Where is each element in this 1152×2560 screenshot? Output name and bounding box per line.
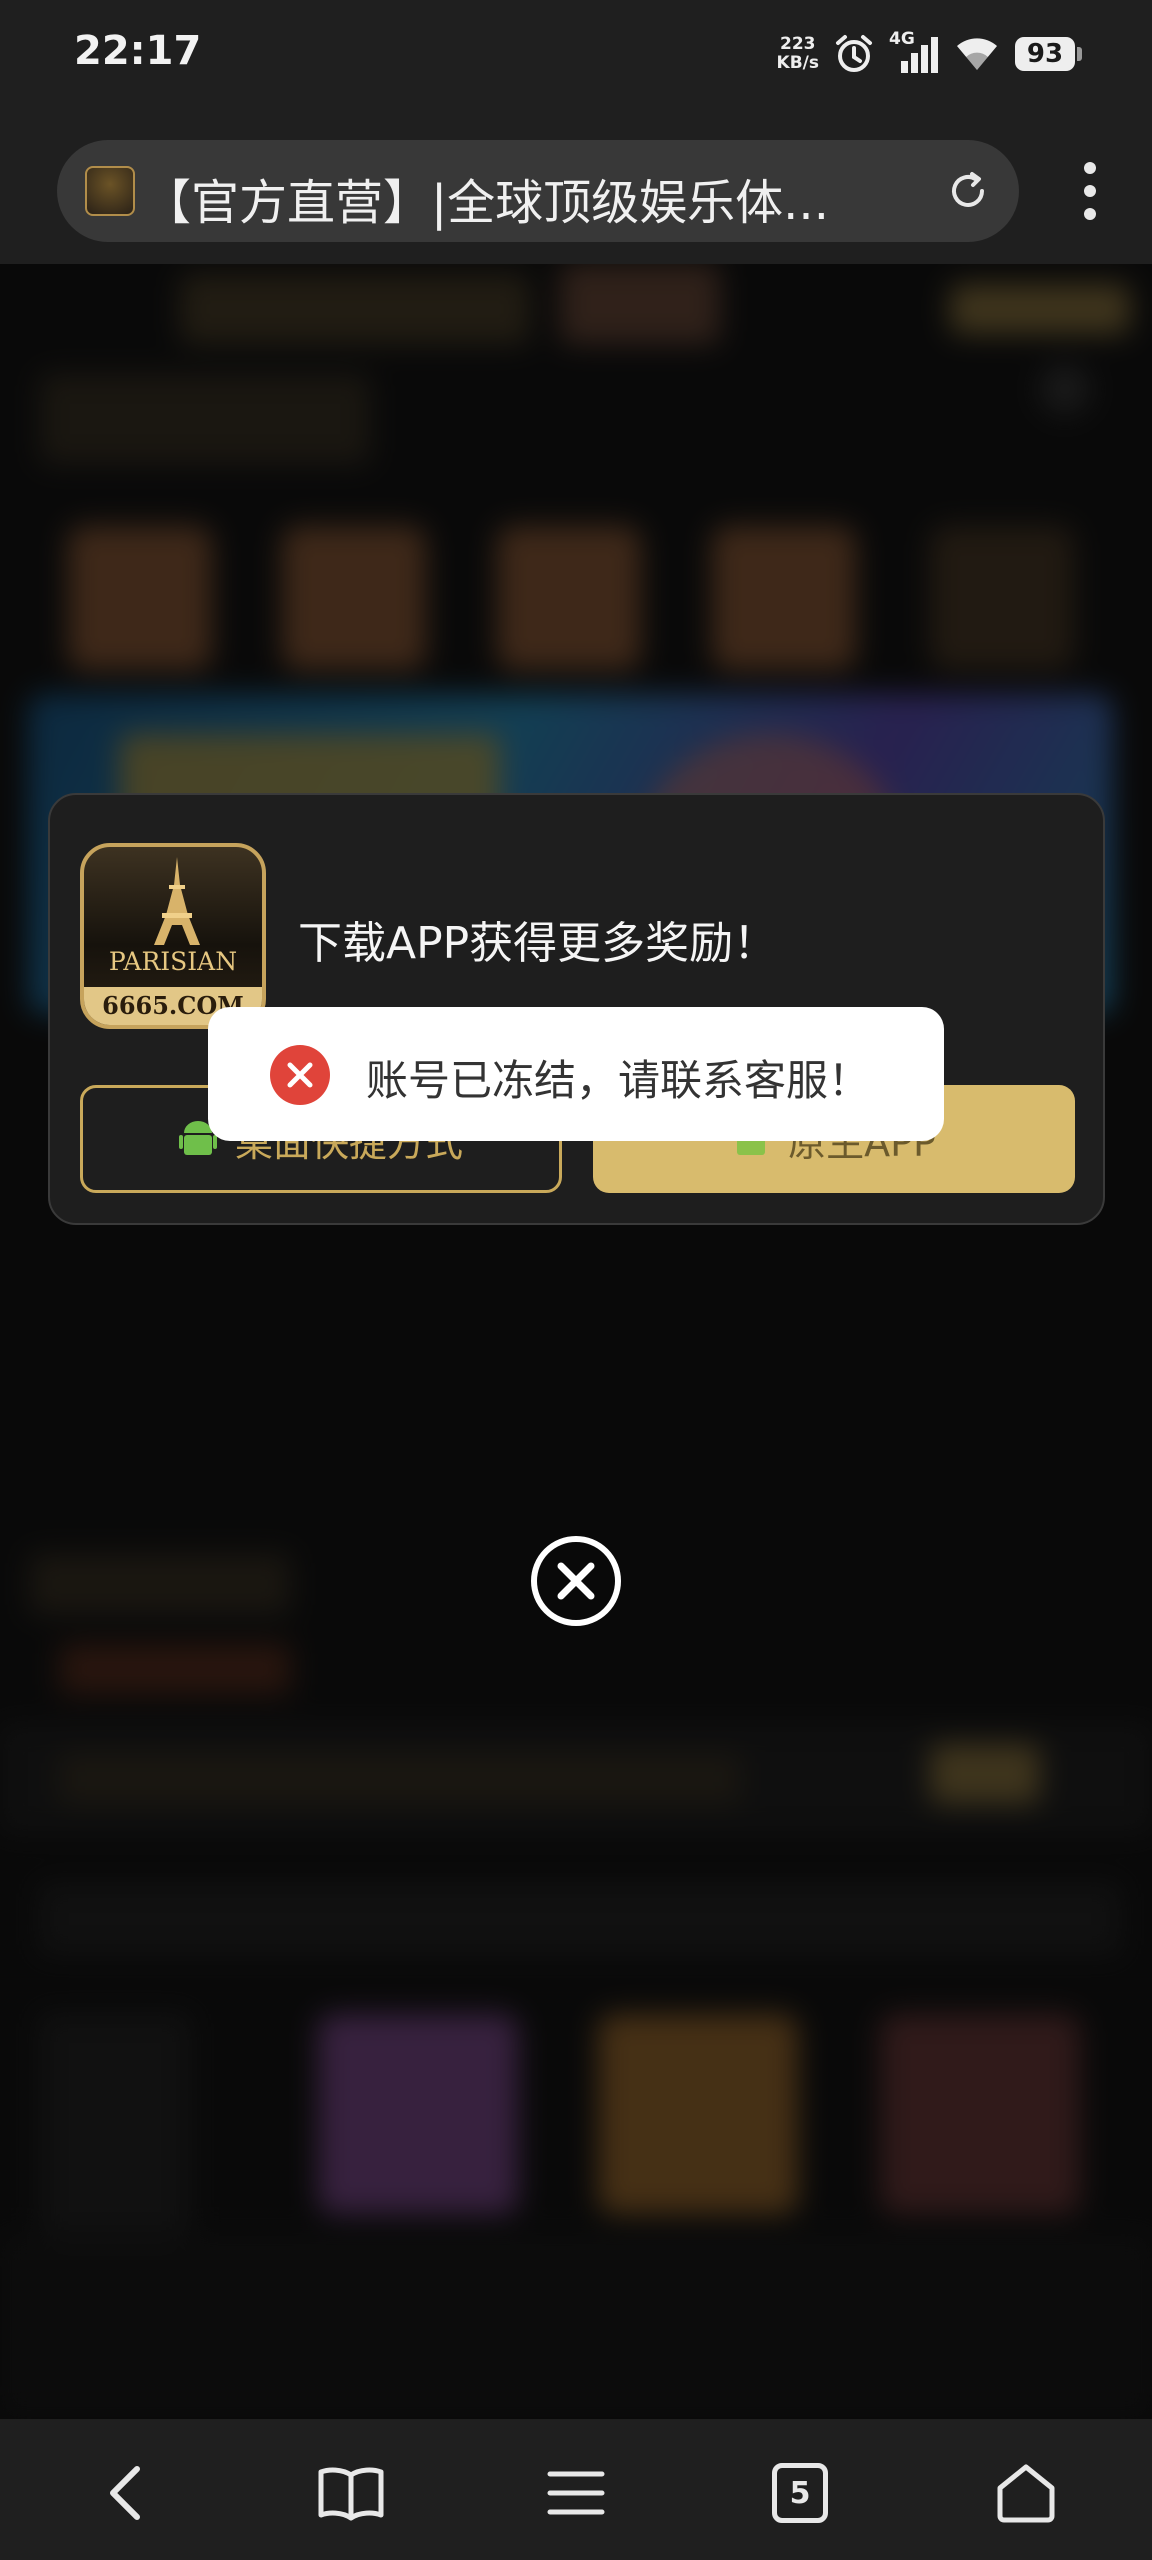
menu-button[interactable] [538, 2455, 614, 2531]
site-favicon [85, 166, 135, 216]
overlay-dim[interactable] [0, 264, 1152, 2419]
modal-title: 下载APP获得更多奖励！ [298, 918, 778, 969]
tab-count: 5 [789, 2475, 811, 2511]
signal-icon: 4G [889, 29, 939, 75]
back-icon [110, 2466, 140, 2520]
browser-bottom-nav: 5 [0, 2419, 1152, 2560]
status-time: 22:17 [74, 28, 202, 74]
page-title[interactable]: 【官方直营】|全球顶级娱乐体... [143, 163, 953, 233]
tabs-button[interactable]: 5 [762, 2455, 838, 2531]
eiffel-tower-icon [154, 857, 200, 945]
reload-icon[interactable] [945, 168, 991, 214]
address-bar[interactable]: 【官方直营】|全球顶级娱乐体... [57, 140, 1019, 242]
battery-icon: 93 [1015, 37, 1082, 71]
toast-message: 账号已冻结，请联系客服！ [366, 1056, 871, 1105]
more-menu-icon[interactable] [1080, 158, 1100, 224]
network-speed: 223 KB/s [776, 34, 819, 73]
alarm-icon [836, 35, 872, 72]
home-button[interactable] [988, 2455, 1064, 2531]
app-logo: PARISIAN 6665.COM [80, 843, 266, 1029]
bookmarks-icon [318, 2467, 384, 2521]
bookmarks-button[interactable] [313, 2455, 389, 2531]
wifi-icon [957, 38, 997, 70]
error-toast: 账号已冻结，请联系客服！ [208, 1007, 944, 1141]
close-modal-icon[interactable] [529, 1534, 623, 1628]
status-icons: 223 KB/s 4G 93 [776, 29, 1082, 78]
browser-toolbar: 【官方直营】|全球顶级娱乐体... [0, 118, 1152, 264]
tabs-icon: 5 [772, 2463, 828, 2523]
page-content-blurred [0, 264, 1152, 2419]
menu-icon [547, 2471, 605, 2515]
error-icon [270, 1045, 330, 1105]
home-icon [997, 2464, 1055, 2523]
back-button[interactable] [88, 2455, 164, 2531]
status-bar: 22:17 223 KB/s 4G 93 [0, 0, 1152, 118]
